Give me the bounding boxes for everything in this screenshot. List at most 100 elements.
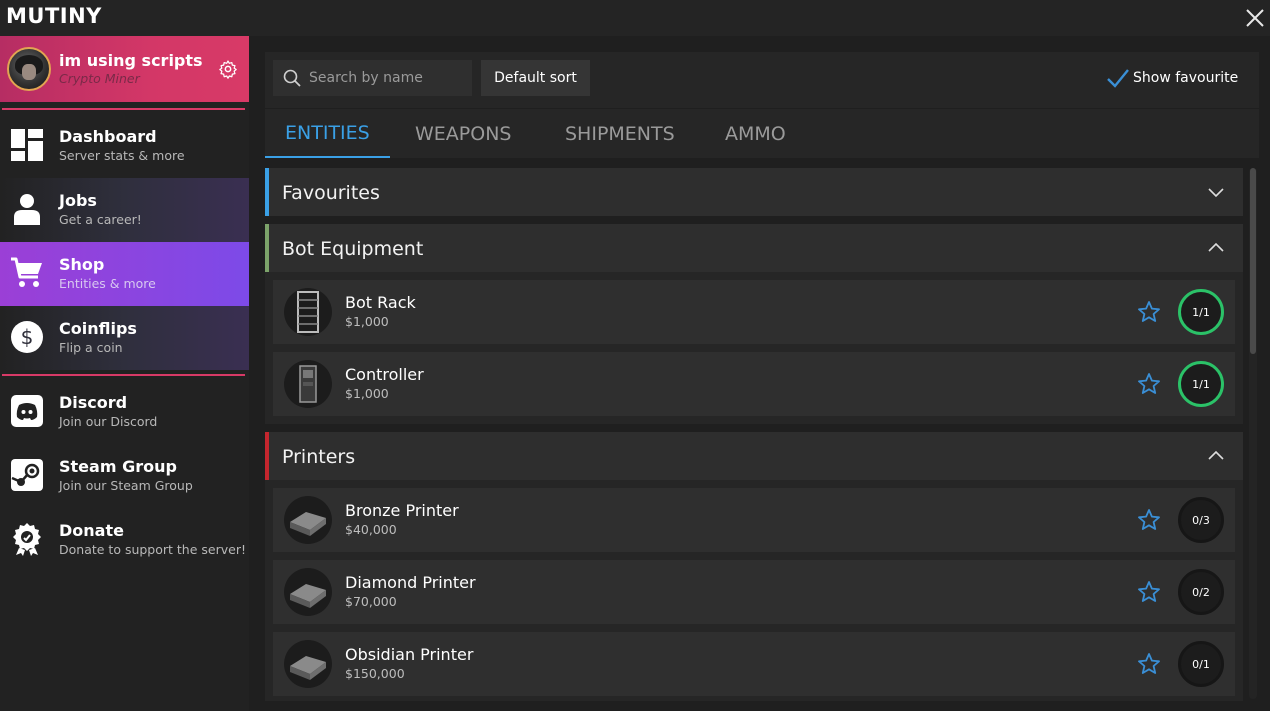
category-body: Bot Rack $1,000 1/1 Controller $1,000 1/… bbox=[265, 272, 1243, 424]
item-name: Diamond Printer bbox=[345, 573, 476, 592]
settings-button[interactable] bbox=[218, 59, 238, 79]
sidebar-item-label: Discord bbox=[59, 393, 128, 412]
item-thumbnail bbox=[284, 568, 332, 616]
sidebar-item-steam-group[interactable]: Steam Group Join our Steam Group bbox=[0, 444, 249, 508]
shop-item-list: Favourites Bot Equipment Bot Rack $1,000… bbox=[265, 166, 1243, 701]
list-item[interactable]: Bronze Printer $40,000 0/3 bbox=[273, 488, 1235, 552]
limit-badge: 0/1 bbox=[1178, 641, 1224, 687]
tab-shipments[interactable]: SHIPMENTS bbox=[545, 109, 695, 158]
sidebar-item-label: Steam Group bbox=[59, 457, 177, 476]
svg-text:$: $ bbox=[21, 325, 34, 349]
item-price: $1,000 bbox=[345, 386, 389, 401]
steam-icon bbox=[11, 459, 43, 491]
sidebar-item-shop[interactable]: Shop Entities & more bbox=[0, 242, 249, 306]
category-color-bar bbox=[265, 224, 269, 272]
category-header-bot-equipment[interactable]: Bot Equipment bbox=[265, 224, 1243, 272]
sidebar-item-sublabel: Flip a coin bbox=[59, 340, 123, 355]
search-box[interactable] bbox=[273, 60, 472, 96]
chevron-up-icon bbox=[1208, 450, 1224, 460]
category-color-bar bbox=[265, 168, 269, 216]
sidebar-item-label: Donate bbox=[59, 521, 124, 540]
star-icon[interactable] bbox=[1137, 508, 1161, 532]
shop-toolbar: Default sort Show favourite ENTITIES WEA… bbox=[265, 52, 1259, 158]
list-item[interactable]: Controller $1,000 1/1 bbox=[273, 352, 1235, 416]
tab-weapons[interactable]: WEAPONS bbox=[395, 109, 531, 158]
sidebar-item-discord[interactable]: Discord Join our Discord bbox=[0, 380, 249, 444]
show-favourite-label: Show favourite bbox=[1133, 70, 1239, 86]
category-body: Bronze Printer $40,000 0/3 Diamond Print… bbox=[265, 480, 1243, 701]
show-favourite-toggle[interactable]: Show favourite bbox=[1107, 67, 1238, 89]
list-item[interactable]: Obsidian Printer $150,000 0/1 bbox=[273, 632, 1235, 696]
sidebar-item-jobs[interactable]: Jobs Get a career! bbox=[0, 178, 249, 242]
category-header-printers[interactable]: Printers bbox=[265, 432, 1243, 480]
item-name: Controller bbox=[345, 365, 424, 384]
sidebar-item-label: Jobs bbox=[59, 191, 97, 210]
star-icon[interactable] bbox=[1137, 300, 1161, 324]
item-name: Obsidian Printer bbox=[345, 645, 474, 664]
sidebar-item-sublabel: Entities & more bbox=[59, 276, 156, 291]
category-color-bar bbox=[265, 432, 269, 480]
tab-ammo[interactable]: AMMO bbox=[705, 109, 806, 158]
search-input[interactable] bbox=[309, 60, 469, 96]
sidebar-item-sublabel: Get a career! bbox=[59, 212, 142, 227]
item-thumbnail bbox=[284, 360, 332, 408]
close-icon bbox=[1246, 9, 1264, 27]
item-price: $70,000 bbox=[345, 594, 397, 609]
item-price: $150,000 bbox=[345, 666, 405, 681]
sidebar-item-sublabel: Join our Steam Group bbox=[59, 478, 193, 493]
shopping-cart-icon bbox=[11, 257, 42, 287]
person-icon bbox=[14, 194, 40, 225]
item-price: $40,000 bbox=[345, 522, 397, 537]
sidebar-item-sublabel: Server stats & more bbox=[59, 148, 185, 163]
sidebar-item-label: Dashboard bbox=[59, 127, 157, 146]
search-icon bbox=[283, 69, 301, 87]
sidebar-divider bbox=[2, 374, 245, 376]
list-item[interactable]: Bot Rack $1,000 1/1 bbox=[273, 280, 1235, 344]
limit-badge: 1/1 bbox=[1178, 289, 1224, 335]
sidebar-item-label: Coinflips bbox=[59, 319, 137, 338]
item-thumbnail bbox=[284, 288, 332, 336]
item-name: Bronze Printer bbox=[345, 501, 459, 520]
chevron-down-icon bbox=[1208, 188, 1224, 198]
item-thumbnail bbox=[284, 640, 332, 688]
sidebar: im using scripts Crypto Miner Dashboard … bbox=[0, 36, 249, 711]
dollar-coin-icon: $ bbox=[11, 321, 43, 353]
tab-entities[interactable]: ENTITIES bbox=[265, 109, 390, 158]
award-ribbon-icon bbox=[13, 523, 41, 556]
discord-icon bbox=[11, 395, 43, 427]
title-bar: MUTINY bbox=[0, 0, 1270, 36]
limit-badge: 0/3 bbox=[1178, 497, 1224, 543]
avatar bbox=[7, 47, 51, 91]
scrollbar-thumb[interactable] bbox=[1250, 168, 1256, 354]
checkmark-icon bbox=[1107, 69, 1129, 88]
star-icon[interactable] bbox=[1137, 580, 1161, 604]
sort-button[interactable]: Default sort bbox=[481, 60, 590, 96]
chevron-up-icon bbox=[1208, 242, 1224, 252]
gear-icon bbox=[219, 60, 237, 79]
category-title: Favourites bbox=[282, 182, 380, 204]
sidebar-item-sublabel: Join our Discord bbox=[59, 414, 158, 429]
app-title: MUTINY bbox=[6, 4, 102, 28]
profile-name: im using scripts bbox=[59, 51, 203, 70]
dashboard-grid-icon bbox=[11, 129, 43, 161]
star-icon[interactable] bbox=[1137, 652, 1161, 676]
item-name: Bot Rack bbox=[345, 293, 416, 312]
sidebar-item-coinflips[interactable]: $ Coinflips Flip a coin bbox=[0, 306, 249, 370]
sidebar-item-label: Shop bbox=[59, 255, 105, 274]
item-price: $1,000 bbox=[345, 314, 389, 329]
category-title: Bot Equipment bbox=[282, 238, 424, 260]
item-thumbnail bbox=[284, 496, 332, 544]
sidebar-item-dashboard[interactable]: Dashboard Server stats & more bbox=[0, 114, 249, 178]
limit-badge: 1/1 bbox=[1178, 361, 1224, 407]
sidebar-item-donate[interactable]: Donate Donate to support the server! bbox=[0, 508, 249, 572]
star-icon[interactable] bbox=[1137, 372, 1161, 396]
profile-card: im using scripts Crypto Miner bbox=[0, 36, 249, 102]
limit-badge: 0/2 bbox=[1178, 569, 1224, 615]
list-scrollbar[interactable] bbox=[1249, 168, 1257, 699]
close-button[interactable] bbox=[1242, 5, 1268, 31]
list-item[interactable]: Diamond Printer $70,000 0/2 bbox=[273, 560, 1235, 624]
profile-role: Crypto Miner bbox=[59, 71, 140, 86]
shop-window: MUTINY im using scripts Crypto Miner Das… bbox=[0, 0, 1270, 711]
category-header-favourites[interactable]: Favourites bbox=[265, 168, 1243, 216]
sidebar-item-sublabel: Donate to support the server! bbox=[59, 542, 246, 557]
